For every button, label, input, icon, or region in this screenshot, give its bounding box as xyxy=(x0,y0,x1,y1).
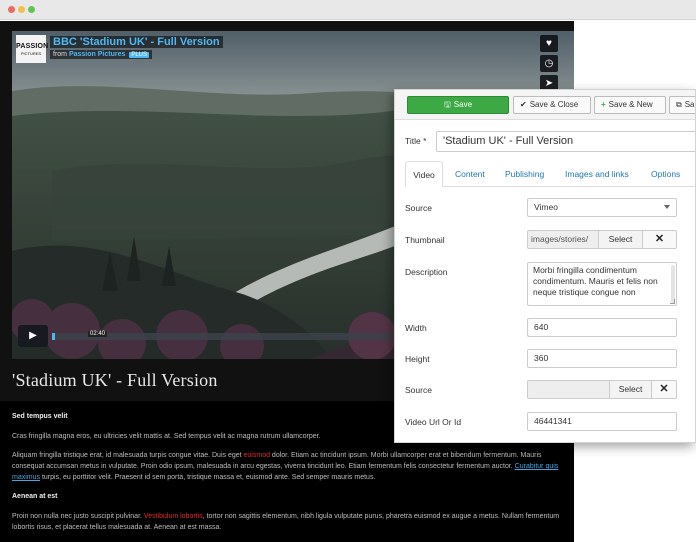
close-icon: ✕ xyxy=(659,383,669,395)
thumbnail-clear-button[interactable]: ✕ xyxy=(642,230,677,249)
thumbnail-media-field: images/stories/ Select ✕ xyxy=(527,230,677,249)
source-clear-button[interactable]: ✕ xyxy=(651,380,677,399)
title-input[interactable]: 'Stadium UK' - Full Version xyxy=(436,131,695,152)
copy-icon: ⧉ xyxy=(676,100,682,109)
check-icon: ✔ xyxy=(520,100,527,109)
tab-publishing[interactable]: Publishing xyxy=(505,161,544,187)
description-label: Description xyxy=(405,267,448,277)
save-icon: 🖫 xyxy=(443,100,451,109)
browser-titlebar xyxy=(0,0,696,20)
progress-fill xyxy=(52,333,56,340)
editor-tabs: Video Content Publishing Images and link… xyxy=(405,161,695,187)
save-button[interactable]: 🖫 Save xyxy=(407,96,509,114)
article-heading-2: Aenean at est xyxy=(12,493,58,500)
author-link[interactable]: Passion Pictures xyxy=(69,51,125,58)
source-media-field: Select ✕ xyxy=(527,380,677,399)
resize-handle-icon[interactable] xyxy=(670,299,675,304)
width-label: Width xyxy=(405,323,427,333)
source-label: Source xyxy=(405,203,432,213)
width-input[interactable]: 640 xyxy=(527,318,677,337)
clock-icon[interactable]: ◷ xyxy=(540,55,558,72)
thumbnail-label: Thumbnail xyxy=(405,235,445,245)
tab-images-and-links[interactable]: Images and links xyxy=(565,161,629,187)
tab-video[interactable]: Video xyxy=(405,161,443,187)
para2-text-a: Aliquam fringilla tristique erat, id mal… xyxy=(12,452,244,459)
article-editor-panel: 🖫 Save ✔ Save & Close + Save & New ⧉ Sa Titl… xyxy=(394,89,696,443)
progress-bar[interactable]: 02:40 xyxy=(52,331,392,340)
heart-icon[interactable]: ♥ xyxy=(540,35,558,52)
description-scrollbar[interactable] xyxy=(671,265,675,303)
video-byline: from Passion Pictures PLUS xyxy=(50,50,153,59)
save-label: Save xyxy=(453,100,473,109)
save-as-label: Sa xyxy=(684,100,695,109)
para2-highlight: euismod xyxy=(243,452,270,459)
video-url-input[interactable]: 46441341 xyxy=(527,412,677,431)
source-file-label: Source xyxy=(405,385,432,395)
chevron-down-icon xyxy=(664,205,670,209)
article-paragraph-2: Aliquam fringilla tristique erat, id mal… xyxy=(12,450,562,483)
plus-icon: + xyxy=(601,100,606,109)
description-textarea[interactable]: Morbi fringilla condimentum condimentum.… xyxy=(527,262,677,306)
tab-options[interactable]: Options xyxy=(651,161,680,187)
source-select-button[interactable]: Select xyxy=(609,380,652,399)
save-close-button[interactable]: ✔ Save & Close xyxy=(513,96,591,114)
article-paragraph-3: Proin non nulla nec justo suscipit pulvi… xyxy=(12,511,562,533)
logo-line2: PICTURES xyxy=(20,51,42,56)
page-title: 'Stadium UK' - Full Version xyxy=(12,370,218,390)
source-select[interactable]: Vimeo xyxy=(527,198,677,217)
para3-text-a: Proin non nulla nec justo suscipit pulvi… xyxy=(12,513,144,520)
logo-line1: PASSION xyxy=(16,43,49,50)
maximize-window-dot[interactable] xyxy=(28,6,35,13)
para2-text-c: turpis, eu porttitor velit. Praesent id … xyxy=(40,474,376,481)
save-as-copy-button[interactable]: ⧉ Sa xyxy=(669,96,695,114)
editor-toolbar: 🖫 Save ✔ Save & Close + Save & New ⧉ Sa xyxy=(395,90,695,120)
play-icon[interactable]: ▶ xyxy=(18,325,48,347)
save-close-label: Save & Close xyxy=(529,100,579,109)
minimize-window-dot[interactable] xyxy=(18,6,25,13)
timecode: 02:40 xyxy=(88,331,108,337)
required-marker: * xyxy=(423,136,427,146)
title-label-text: Title xyxy=(405,136,421,146)
height-label: Height xyxy=(405,354,430,364)
plus-badge: PLUS xyxy=(129,52,150,58)
thumbnail-path-input[interactable]: images/stories/ xyxy=(527,230,599,249)
thumbnail-select-button[interactable]: Select xyxy=(598,230,643,249)
tab-content[interactable]: Content xyxy=(455,161,485,187)
description-text: Morbi fringilla condimentum condimentum.… xyxy=(533,265,658,297)
channel-logo[interactable]: PASSION PICTURES xyxy=(16,35,49,63)
source-path-input[interactable] xyxy=(527,380,610,399)
height-input[interactable]: 360 xyxy=(527,349,677,368)
from-label: from xyxy=(53,51,67,58)
close-window-dot[interactable] xyxy=(8,6,15,13)
source-select-value: Vimeo xyxy=(534,202,558,212)
video-url-label: Video Url Or Id xyxy=(405,417,462,427)
video-side-actions: ♥ ◷ ➤ xyxy=(540,35,558,95)
save-new-button[interactable]: + Save & New xyxy=(594,96,666,114)
video-title[interactable]: BBC 'Stadium UK' - Full Version xyxy=(50,36,223,48)
close-icon: ✕ xyxy=(654,233,665,245)
title-label: Title * xyxy=(405,136,426,146)
para3-highlight[interactable]: Vestibulum lobortis xyxy=(144,513,203,520)
video-controls: ▶ 02:40 xyxy=(18,323,398,347)
save-new-label: Save & New xyxy=(608,100,653,109)
